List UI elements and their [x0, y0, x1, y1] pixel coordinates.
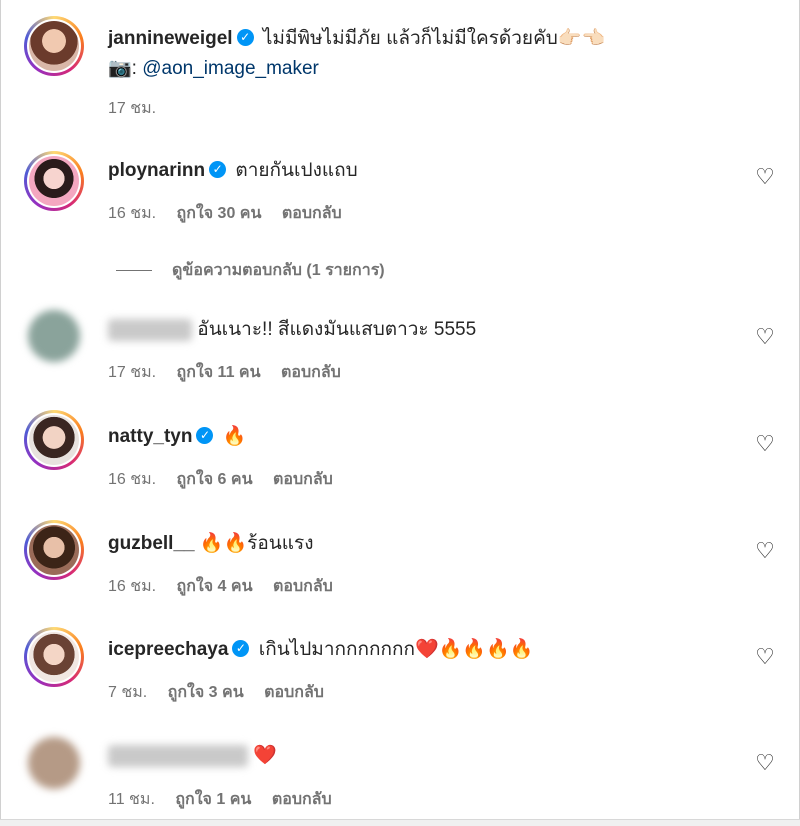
- reply-button[interactable]: ตอบกลับ: [273, 471, 333, 488]
- comment-likes[interactable]: ถูกใจ 3 คน: [168, 684, 244, 701]
- comment-text: อันเนาะ!! สีแดงมันแสบตาวะ 5555: [197, 319, 477, 340]
- comment-username[interactable]: natty_tyn: [108, 426, 192, 447]
- comment-time[interactable]: 16 ชม.: [108, 205, 156, 222]
- comment-text: ตายกันเปงแถบ: [235, 160, 358, 181]
- avatar[interactable]: [28, 737, 80, 789]
- replies-divider: [116, 270, 152, 272]
- avatar[interactable]: [24, 520, 84, 580]
- comment-likes[interactable]: ถูกใจ 4 คน: [177, 578, 253, 595]
- mention-link[interactable]: @aon_image_maker: [142, 58, 319, 79]
- comment-text: เกินไปมากกกกกกก❤️🔥🔥🔥🔥: [258, 639, 534, 660]
- comment-likes[interactable]: ถูกใจ 6 คน: [177, 471, 253, 488]
- comment-time[interactable]: 16 ชม.: [108, 578, 156, 595]
- comment-likes[interactable]: ถูกใจ 30 คน: [177, 205, 262, 222]
- heart-icon[interactable]: ♡: [754, 753, 776, 775]
- post-caption-text: ไม่มีพิษไม่มีภัย แล้วก็ไม่มีใครด้วยคับ👉🏻…: [262, 28, 606, 49]
- reply-button[interactable]: ตอบกลับ: [281, 364, 341, 381]
- window-border-bottom: [0, 819, 800, 826]
- heart-icon[interactable]: ♡: [754, 541, 776, 563]
- reply-button[interactable]: ตอบกลับ: [273, 578, 333, 595]
- verified-icon: ✓: [196, 426, 214, 444]
- view-replies-button[interactable]: ดูข้อความตอบกลับ (1 รายการ): [116, 258, 385, 283]
- post-time[interactable]: 17 ชม.: [108, 100, 156, 117]
- comment-username[interactable]: guzbell__: [108, 533, 195, 554]
- avatar[interactable]: [24, 627, 84, 687]
- comment-time[interactable]: 7 ชม.: [108, 684, 147, 701]
- comment-likes[interactable]: ถูกใจ 1 คน: [175, 791, 251, 808]
- avatar[interactable]: [24, 410, 84, 470]
- comment-text: ❤️: [253, 745, 277, 766]
- heart-icon[interactable]: ♡: [754, 327, 776, 349]
- window-border-left: [0, 0, 1, 826]
- comment-time[interactable]: 11 ชม.: [108, 791, 155, 808]
- comment-username[interactable]: ploynarinn: [108, 160, 205, 181]
- verified-icon: ✓: [236, 28, 254, 46]
- verified-icon: ✓: [209, 160, 227, 178]
- comment-username[interactable]: icepreechaya: [108, 639, 228, 660]
- comment-text: 🔥: [222, 426, 247, 447]
- comment-time[interactable]: 17 ชม.: [108, 364, 156, 381]
- comment-time[interactable]: 16 ชม.: [108, 471, 156, 488]
- verified-icon: ✓: [232, 639, 250, 657]
- reply-button[interactable]: ตอบกลับ: [264, 684, 324, 701]
- view-replies-label: ดูข้อความตอบกลับ (1 รายการ): [172, 262, 385, 279]
- heart-icon[interactable]: ♡: [754, 647, 776, 669]
- comment-text: 🔥🔥ร้อนแรง: [199, 533, 314, 554]
- heart-icon[interactable]: ♡: [754, 434, 776, 456]
- heart-icon[interactable]: ♡: [754, 167, 776, 189]
- camera-icon: 📷:: [108, 58, 137, 79]
- comment-username-blurred[interactable]: [108, 318, 192, 341]
- avatar[interactable]: [28, 310, 80, 362]
- avatar[interactable]: [24, 16, 84, 76]
- reply-button[interactable]: ตอบกลับ: [272, 791, 332, 808]
- reply-button[interactable]: ตอบกลับ: [282, 205, 342, 222]
- avatar[interactable]: [24, 151, 84, 211]
- comment-username-blurred[interactable]: [108, 744, 248, 767]
- post-username[interactable]: jannineweigel: [108, 28, 233, 49]
- comment-likes[interactable]: ถูกใจ 11 คน: [177, 364, 261, 381]
